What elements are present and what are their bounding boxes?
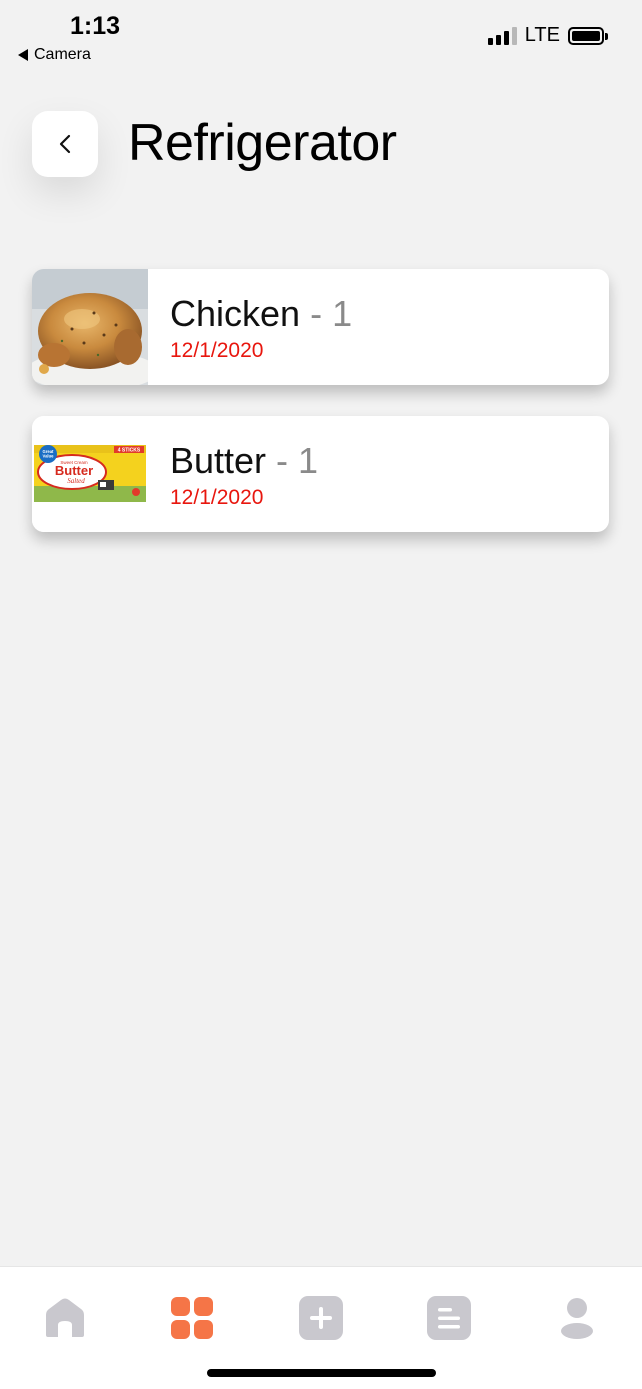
svg-text:Value: Value <box>43 454 55 459</box>
home-icon <box>46 1298 84 1337</box>
tab-list[interactable] <box>426 1295 472 1341</box>
back-triangle-icon <box>18 49 28 61</box>
tab-profile[interactable] <box>554 1295 600 1341</box>
item-date: 12/1/2020 <box>170 486 264 509</box>
chevron-left-icon <box>59 134 71 154</box>
item-quantity: - 1 <box>266 440 319 481</box>
page-title: Refrigerator <box>128 114 397 172</box>
back-button[interactable] <box>32 111 98 177</box>
tab-categories[interactable] <box>169 1295 215 1341</box>
status-bar: 1:13 Camera LTE <box>0 0 642 74</box>
list-icon <box>427 1296 471 1340</box>
item-name: Chicken <box>170 293 301 334</box>
item-name: Butter <box>170 440 267 481</box>
list-item-chicken[interactable]: Chicken - 1 12/1/2020 <box>32 269 609 385</box>
status-time: 1:13 <box>70 12 121 40</box>
butter-thumbnail: 4 STICKS Great Value Sweet Cream Butter … <box>32 416 148 532</box>
home-indicator[interactable] <box>207 1369 436 1377</box>
battery-icon <box>568 26 608 45</box>
back-to-camera-link[interactable]: Camera <box>18 46 91 64</box>
plus-icon <box>299 1296 343 1340</box>
profile-icon <box>561 1298 593 1339</box>
network-type: LTE <box>524 24 560 46</box>
grid-icon <box>171 1297 213 1339</box>
item-title: Chicken - 1 <box>170 293 352 335</box>
item-title: Butter - 1 <box>170 440 318 482</box>
item-quantity: - 1 <box>300 293 353 334</box>
svg-text:Salted: Salted <box>67 477 85 485</box>
back-app-label: Camera <box>34 46 91 63</box>
svg-text:Butter: Butter <box>55 463 93 478</box>
list-item-butter[interactable]: 4 STICKS Great Value Sweet Cream Butter … <box>32 416 609 532</box>
chicken-thumbnail <box>32 269 148 385</box>
cellular-signal-icon <box>487 26 517 45</box>
tab-add[interactable] <box>298 1295 344 1341</box>
svg-text:4 STICKS: 4 STICKS <box>118 448 141 454</box>
refrigerator-screen: 1:13 Camera LTE Refrigerator Chicken - 1… <box>0 0 642 1389</box>
tab-home[interactable] <box>42 1295 88 1341</box>
item-date: 12/1/2020 <box>170 339 264 362</box>
status-indicators: LTE <box>487 24 608 47</box>
